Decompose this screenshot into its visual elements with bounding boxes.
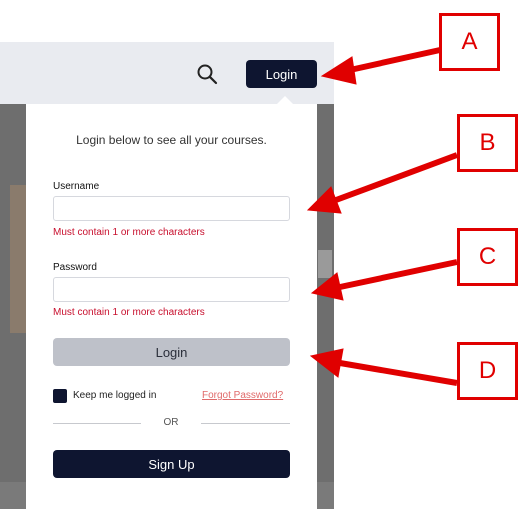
search-icon[interactable] <box>195 62 219 86</box>
password-label: Password <box>53 262 97 273</box>
divider-line <box>53 423 141 424</box>
arrow-a <box>349 47 441 73</box>
username-label: Username <box>53 181 100 192</box>
username-error: Must contain 1 or more characters <box>53 227 205 238</box>
annotation-label-b: B <box>457 114 518 172</box>
annotation-label-c: C <box>457 228 518 286</box>
divider-line <box>201 423 290 424</box>
annotation-label-d: D <box>457 342 518 400</box>
arrow-b <box>334 152 459 203</box>
username-input[interactable] <box>53 196 290 221</box>
annotation-label-a: A <box>439 13 500 71</box>
divider-or-text: OR <box>163 417 179 428</box>
login-submit-button[interactable]: Login <box>53 338 290 366</box>
password-error: Must contain 1 or more characters <box>53 307 205 318</box>
header-login-button[interactable]: Login <box>246 60 317 88</box>
caret-up-icon <box>277 96 293 104</box>
background-image <box>10 185 26 333</box>
keep-logged-in-checkbox[interactable] <box>53 389 67 403</box>
forgot-password-link[interactable]: Forgot Password? <box>202 390 283 401</box>
password-input[interactable] <box>53 277 290 302</box>
keep-logged-in-label: Keep me logged in <box>73 390 157 401</box>
arrow-c <box>339 259 458 290</box>
login-intro-text: Login below to see all your courses. <box>76 133 267 147</box>
background-image <box>318 250 332 278</box>
arrow-d <box>339 360 458 386</box>
sign-up-button[interactable]: Sign Up <box>53 450 290 478</box>
